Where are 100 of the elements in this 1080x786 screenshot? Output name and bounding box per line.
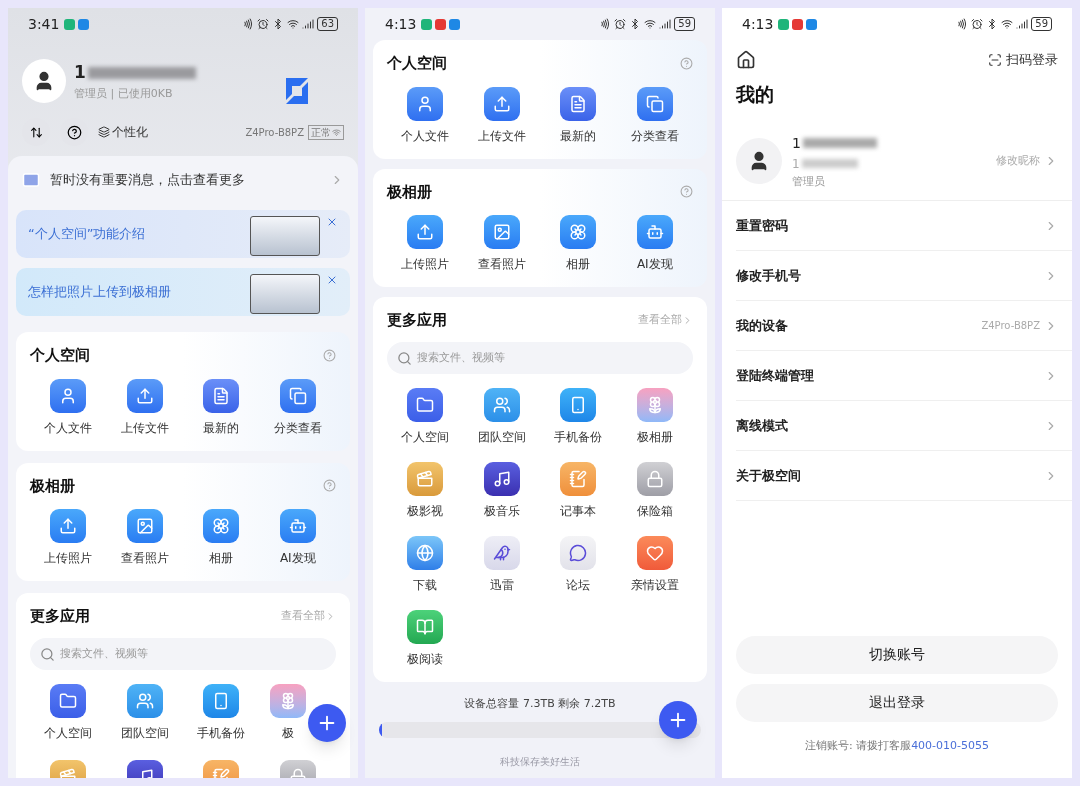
app-shortcut[interactable]: 分类查看 — [259, 378, 336, 437]
menu-row[interactable]: 修改手机号 — [736, 251, 1072, 301]
app-icon — [126, 509, 163, 543]
add-button[interactable] — [659, 701, 697, 739]
notice-row[interactable]: 暂时没有重要消息，点击查看更多 — [8, 160, 358, 200]
app-icon — [483, 387, 520, 422]
home-icon[interactable] — [736, 50, 756, 70]
app-shortcut[interactable]: 迅雷 — [463, 535, 540, 594]
app-shortcut[interactable]: 团队空间 — [106, 683, 183, 742]
promo-banner[interactable]: 怎样把照片上传到极相册 — [16, 268, 350, 316]
app-shortcut[interactable]: 相册 — [540, 215, 617, 273]
app-icon — [483, 535, 520, 570]
signal-icon — [1016, 18, 1029, 30]
app-icon — [560, 387, 597, 422]
signal-icon — [659, 18, 672, 30]
app-shortcut[interactable]: 极音乐 — [463, 461, 540, 520]
app-shortcut[interactable]: 团队空间 — [463, 387, 540, 446]
app-shortcut[interactable]: 最新的 — [183, 378, 260, 437]
app-icon — [407, 461, 444, 496]
battery-level: 63 — [317, 17, 338, 31]
app-shortcut[interactable]: 上传文件 — [463, 86, 540, 145]
wifi-icon — [644, 18, 657, 30]
phone-link[interactable]: 400-010-5055 — [911, 737, 990, 754]
app-icon — [269, 683, 306, 718]
wifi-icon — [332, 127, 341, 137]
scan-icon — [988, 53, 1002, 67]
app-shortcut[interactable]: 亲情设置 — [616, 535, 693, 594]
app-shortcut[interactable]: 手机备份 — [540, 387, 617, 446]
app-shortcut[interactable]: 手机备份 — [183, 683, 260, 742]
app-shortcut[interactable]: 最新的 — [540, 86, 617, 145]
nfc-icon — [599, 18, 612, 30]
app-icon — [560, 535, 597, 570]
section-title: 个人空间 — [387, 53, 447, 74]
account-button[interactable]: 退出登录 — [736, 683, 1058, 722]
app-shortcut[interactable]: 保险箱 — [616, 461, 693, 520]
menu-row[interactable]: 登陆终端管理 — [736, 351, 1072, 401]
app-shortcut[interactable]: 分类查看 — [616, 86, 693, 145]
app-shortcut[interactable]: 个人空间 — [30, 683, 107, 742]
status-time: 4:13 — [742, 14, 774, 34]
banner-illustration — [250, 274, 320, 314]
app-icon — [407, 535, 444, 570]
app-shortcut[interactable]: 下载 — [387, 535, 464, 594]
banner-illustration — [250, 216, 320, 256]
app-shortcut[interactable]: 极影视 — [387, 461, 464, 520]
avatar[interactable] — [22, 59, 66, 103]
app-icon — [407, 86, 444, 121]
banner-title: 怎样把照片上传到极相册 — [28, 283, 171, 302]
section-title: 更多应用 — [30, 606, 90, 627]
search-icon — [40, 646, 55, 662]
close-icon[interactable] — [326, 274, 338, 286]
app-icon — [50, 378, 87, 413]
search-field[interactable]: 搜索文件、视频等 — [30, 637, 336, 670]
app-shortcut[interactable]: AI发现 — [616, 215, 693, 273]
alarm-icon — [614, 18, 627, 30]
app-icon — [560, 461, 597, 496]
app-icon — [126, 378, 163, 413]
app-shortcut[interactable]: 上传文件 — [106, 378, 183, 437]
avatar[interactable] — [736, 138, 782, 185]
app-shortcut[interactable]: 个人文件 — [387, 86, 464, 145]
promo-banner[interactable]: “个人空间”功能介绍 — [16, 210, 350, 258]
menu-row[interactable]: 关于极空间 — [736, 451, 1072, 501]
app-icon — [560, 86, 597, 121]
wifi-icon — [287, 18, 300, 30]
app-shortcut[interactable]: 上传照片 — [387, 215, 464, 273]
app-icon — [483, 461, 520, 496]
app-shortcut[interactable]: 极阅读 — [387, 609, 464, 668]
app-icon — [407, 609, 444, 644]
close-icon[interactable] — [326, 216, 338, 228]
device-status: 正常 — [308, 124, 344, 140]
user-name: 1 — [74, 61, 86, 84]
user-role: 管理员 | 已使用0KB — [74, 85, 174, 102]
section-title: 极相册 — [30, 475, 75, 497]
app-shortcut[interactable]: 极 — [269, 683, 306, 742]
account-button[interactable]: 切换账号 — [736, 635, 1058, 674]
mail-icon — [22, 171, 40, 189]
personalize-button[interactable]: 个性化 — [98, 123, 148, 141]
app-shortcut[interactable]: 个人文件 — [30, 378, 107, 437]
app-shortcut[interactable]: 极相册 — [616, 387, 693, 446]
app-icon — [636, 387, 673, 422]
alarm-icon — [257, 18, 270, 30]
app-shortcut[interactable]: 上传照片 — [30, 509, 107, 567]
search-field[interactable]: 搜索文件、视频等 — [387, 341, 693, 374]
app-shortcut[interactable]: 相册 — [183, 509, 260, 567]
app-shortcut[interactable]: 记事本 — [540, 461, 617, 520]
wifi-icon — [1001, 18, 1014, 30]
app-icon — [560, 215, 597, 249]
section-title: 更多应用 — [387, 310, 447, 331]
menu-row[interactable]: 离线模式 — [736, 401, 1072, 451]
menu-row[interactable]: 重置密码 — [736, 201, 1072, 251]
user-name: 1 — [792, 133, 801, 153]
app-icon — [483, 86, 520, 121]
app-icon — [279, 509, 316, 543]
app-shortcut[interactable]: 论坛 — [540, 535, 617, 594]
scan-login-button[interactable]: 扫码登录 — [988, 50, 1058, 70]
app-shortcut[interactable]: 查看照片 — [463, 215, 540, 273]
app-shortcut[interactable]: AI发现 — [259, 509, 336, 567]
section-title: 个人空间 — [30, 345, 90, 366]
app-shortcut[interactable]: 查看照片 — [106, 509, 183, 567]
app-shortcut[interactable]: 个人空间 — [387, 387, 464, 446]
menu-row[interactable]: 我的设备 Z4Pro-B8PZ — [736, 301, 1072, 351]
